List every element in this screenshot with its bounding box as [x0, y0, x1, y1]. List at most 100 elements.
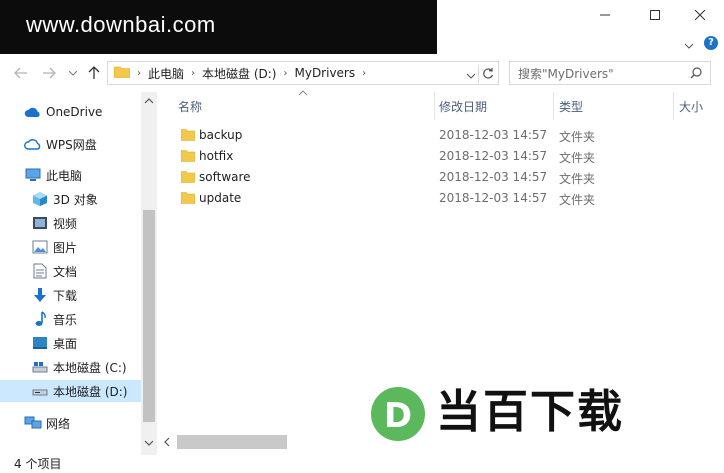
ribbon-row: ?: [0, 30, 724, 55]
arrow-right-icon: [43, 67, 56, 79]
scrollbar-thumb[interactable]: [143, 210, 155, 422]
nav-item-label: 网络: [46, 416, 71, 431]
breadcrumb-drive-d[interactable]: 本地磁盘 (D:): [202, 65, 276, 82]
nav-item-3d-objects[interactable]: 3D 对象: [0, 188, 141, 210]
nav-item-this-pc[interactable]: 此电脑: [0, 164, 141, 186]
nav-item-desktop[interactable]: 桌面: [0, 332, 141, 354]
nav-item-label: 本地磁盘 (C:): [53, 360, 127, 375]
cloud-icon: [24, 103, 42, 121]
file-name: update: [199, 191, 242, 205]
arrow-left-icon: [14, 67, 27, 79]
column-divider[interactable]: [553, 92, 554, 120]
sort-ascending-icon: [298, 90, 308, 96]
nav-item-label: 文档: [53, 264, 78, 279]
nav-item-drive-c[interactable]: 本地磁盘 (C:): [0, 356, 141, 378]
search-placeholder: 搜索"MyDrivers": [518, 66, 614, 81]
breadcrumb-this-pc[interactable]: 此电脑: [148, 65, 184, 82]
pc-icon: [24, 166, 42, 184]
scroll-left-icon[interactable]: [163, 437, 171, 447]
nav-item-label: 桌面: [53, 336, 78, 351]
column-header-type[interactable]: 类型: [559, 98, 583, 115]
close-button[interactable]: [677, 0, 723, 30]
column-header-name[interactable]: 名称: [178, 98, 202, 115]
minimize-icon: [600, 14, 610, 16]
column-divider[interactable]: [434, 92, 435, 120]
nav-pane-scrollbar[interactable]: [141, 92, 157, 455]
picture-icon: [31, 238, 49, 256]
nav-item-wps-cloud[interactable]: WPS网盘: [0, 133, 141, 155]
address-bar[interactable]: › 此电脑 › 本地磁盘 (D:) › MyDrivers ›: [107, 61, 499, 85]
refresh-button[interactable]: [478, 65, 496, 83]
nav-item-label: 此电脑: [46, 168, 83, 183]
breadcrumb-mydrivers[interactable]: MyDrivers: [294, 66, 355, 80]
forward-button[interactable]: [40, 64, 58, 82]
folder-icon: [180, 170, 196, 186]
wps-cloud-icon: [24, 135, 42, 153]
nav-item-music[interactable]: 音乐: [0, 308, 141, 330]
folder-icon: [113, 65, 131, 81]
maximize-button[interactable]: [632, 0, 678, 30]
brand-logo-letter: D: [384, 396, 412, 436]
file-modified: 2018-12-03 14:57: [439, 149, 548, 163]
nav-item-onedrive[interactable]: OneDrive: [0, 101, 141, 123]
navigation-pane: OneDrive WPS网盘 此电脑 3D 对象 视频 图片 文档 下载 音乐 …: [0, 92, 157, 455]
up-button[interactable]: [85, 64, 103, 82]
file-modified: 2018-12-03 14:57: [439, 128, 548, 142]
document-icon: [31, 262, 49, 280]
file-row[interactable]: backup 2018-12-03 14:57 文件夹: [172, 125, 612, 146]
address-history-button[interactable]: [466, 68, 476, 82]
folder-icon: [180, 149, 196, 165]
brand-logo: D: [371, 387, 425, 441]
file-modified: 2018-12-03 14:57: [439, 170, 548, 184]
nav-item-label: 3D 对象: [53, 192, 98, 207]
breadcrumb-separator: ›: [137, 67, 141, 79]
breadcrumb-separator: ›: [283, 67, 288, 79]
file-modified: 2018-12-03 14:57: [439, 191, 548, 205]
scroll-up-icon[interactable]: [144, 96, 154, 106]
file-type: 文件夹: [559, 130, 596, 144]
file-type: 文件夹: [559, 172, 596, 186]
file-type: 文件夹: [559, 193, 596, 207]
scroll-down-icon[interactable]: [144, 438, 154, 448]
folder-icon: [180, 191, 196, 207]
recent-locations-button[interactable]: [64, 64, 82, 82]
column-header-size[interactable]: 大小: [679, 98, 703, 115]
nav-item-label: 视频: [53, 216, 78, 231]
file-type: 文件夹: [559, 151, 596, 165]
nav-item-drive-d[interactable]: 本地磁盘 (D:): [0, 380, 141, 402]
status-bar: 4 个项目: [0, 452, 724, 473]
video-icon: [31, 214, 49, 232]
file-name: hotfix: [199, 149, 234, 163]
file-name: software: [199, 170, 251, 184]
nav-item-videos[interactable]: 视频: [0, 212, 141, 234]
nav-item-documents[interactable]: 文档: [0, 260, 141, 282]
network-icon: [24, 414, 42, 432]
minimize-button[interactable]: [582, 0, 628, 30]
nav-item-label: 本地磁盘 (D:): [53, 384, 128, 399]
download-icon: [31, 286, 49, 304]
nav-item-label: WPS网盘: [46, 137, 97, 152]
nav-item-label: 音乐: [53, 312, 78, 327]
scrollbar-thumb[interactable]: [177, 435, 287, 449]
nav-item-network[interactable]: 网络: [0, 412, 141, 434]
column-header-row: 名称 修改日期 类型 大小: [172, 90, 724, 120]
arrow-up-icon: [88, 66, 100, 79]
file-row[interactable]: update 2018-12-03 14:57 文件夹: [172, 188, 612, 209]
chevron-down-icon: [466, 73, 476, 79]
help-button[interactable]: ?: [704, 36, 718, 50]
ribbon-expand-button[interactable]: [684, 38, 694, 52]
search-input[interactable]: 搜索"MyDrivers": [509, 61, 711, 85]
column-divider[interactable]: [673, 92, 674, 120]
column-header-modified[interactable]: 修改日期: [439, 98, 487, 115]
search-icon[interactable]: [690, 67, 702, 82]
maximize-icon: [650, 10, 660, 20]
nav-item-downloads[interactable]: 下载: [0, 284, 141, 306]
desktop-icon: [31, 334, 49, 352]
drive-icon: [31, 358, 49, 376]
back-button[interactable]: [12, 64, 30, 82]
file-row[interactable]: software 2018-12-03 14:57 文件夹: [172, 167, 612, 188]
drive-icon: [31, 382, 49, 400]
file-row[interactable]: hotfix 2018-12-03 14:57 文件夹: [172, 146, 612, 167]
nav-item-pictures[interactable]: 图片: [0, 236, 141, 258]
navigation-bar: › 此电脑 › 本地磁盘 (D:) › MyDrivers › 搜索"MyDri…: [0, 58, 724, 88]
